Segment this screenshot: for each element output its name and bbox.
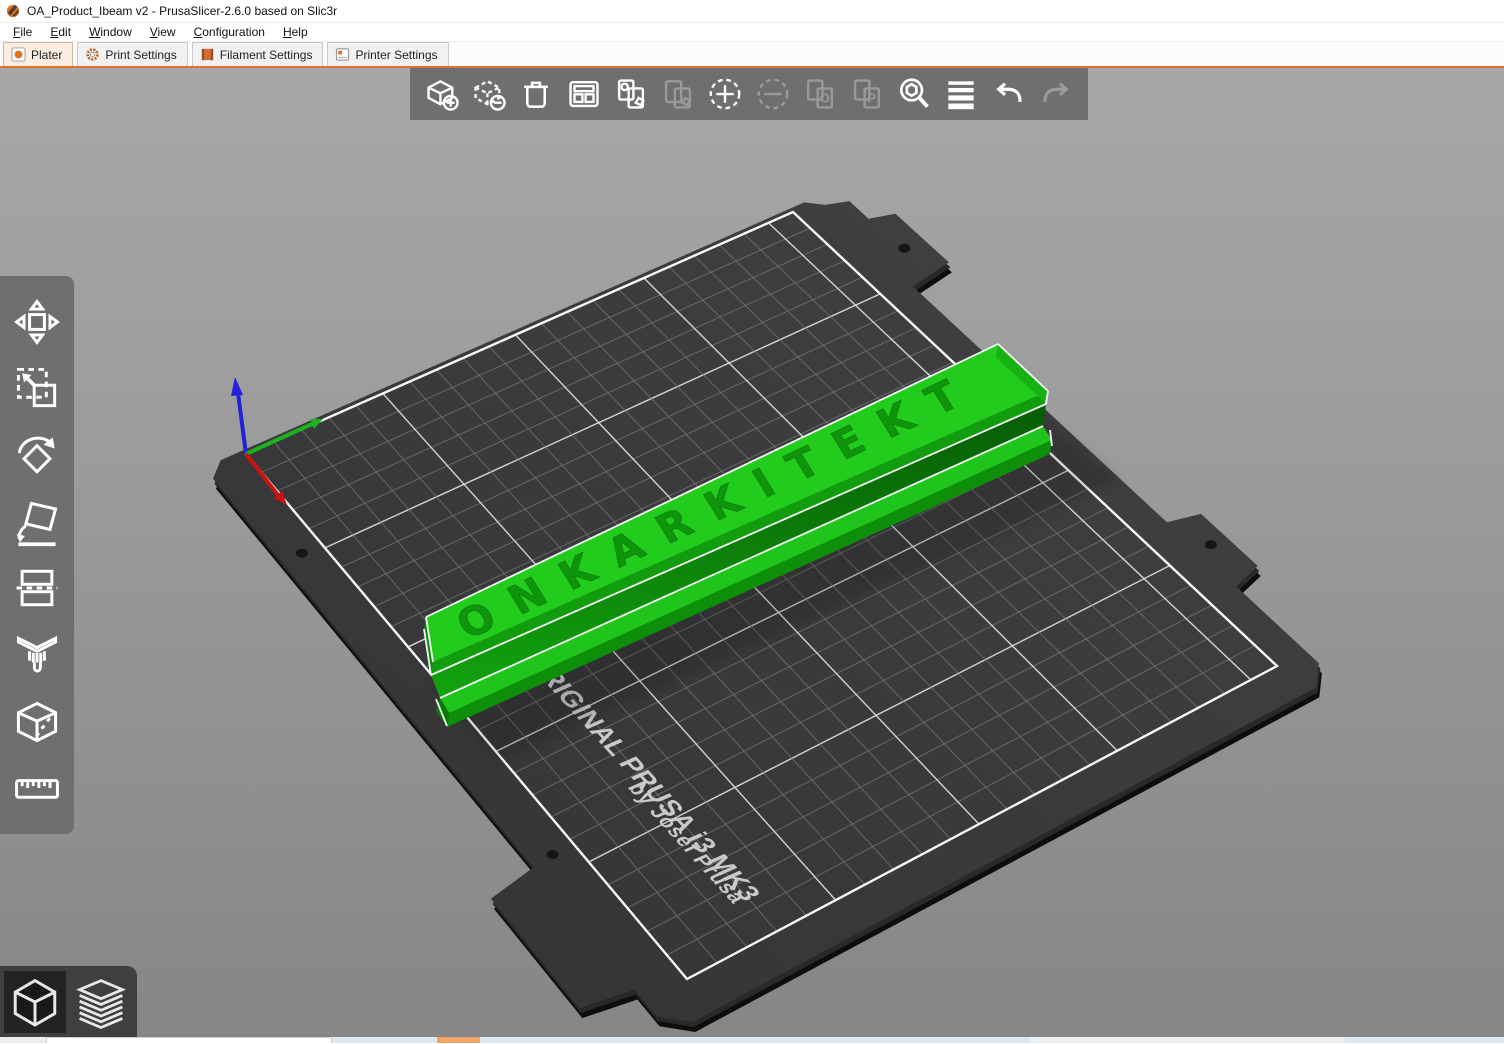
prusaslicer-window: OA_Product_Ibeam v2 - PrusaSlicer-2.6.0 … — [0, 0, 1504, 1044]
redo-icon[interactable] — [1034, 72, 1078, 116]
bottom-bar — [0, 1037, 1504, 1043]
undo-icon[interactable] — [987, 72, 1031, 116]
variable-layer-height-icon[interactable] — [939, 72, 983, 116]
scale-icon[interactable] — [8, 359, 66, 417]
tab-label: Plater — [31, 48, 62, 62]
svg-text:O: O — [820, 92, 830, 106]
copy-icon[interactable] — [609, 72, 653, 116]
place-on-face-icon[interactable] — [8, 493, 66, 551]
scene-canvas[interactable]: ORIGINAL PRUSA i3 MK3 by Josef Prusa ONK… — [0, 68, 1504, 1037]
add-instance-icon[interactable] — [703, 72, 747, 116]
tab-plater[interactable]: Plater — [3, 42, 73, 66]
menu-edit[interactable]: Edit — [41, 24, 80, 40]
window-title: OA_Product_Ibeam v2 - PrusaSlicer-2.6.0 … — [27, 4, 337, 18]
menu-view[interactable]: View — [141, 24, 185, 40]
3d-editor-view-icon[interactable] — [4, 971, 66, 1033]
gizmo-toolbar — [0, 276, 74, 834]
tab-print-settings[interactable]: Print Settings — [77, 42, 187, 66]
delete-all-icon[interactable] — [514, 72, 558, 116]
bottom-bar-slider-handle[interactable] — [437, 1037, 480, 1043]
search-icon[interactable] — [892, 72, 936, 116]
tab-filament-settings[interactable]: Filament Settings — [192, 42, 324, 66]
arrange-icon[interactable] — [562, 72, 606, 116]
z-axis-arrowhead — [231, 377, 243, 396]
split-to-objects-icon[interactable]: O — [798, 72, 842, 116]
filament-spool-icon — [200, 47, 215, 62]
bed-screw-hole — [547, 850, 559, 859]
menu-window[interactable]: Window — [80, 24, 141, 40]
bed-screw-hole — [1205, 540, 1217, 549]
delete-object-icon[interactable] — [467, 72, 511, 116]
printer-icon — [335, 47, 350, 62]
tab-label: Print Settings — [105, 48, 176, 62]
menu-configuration[interactable]: Configuration — [185, 24, 274, 40]
measure-icon[interactable] — [8, 759, 66, 817]
bottom-bar-field[interactable] — [46, 1037, 332, 1043]
view-mode-toolbar — [0, 966, 137, 1037]
remove-instance-icon[interactable] — [751, 72, 795, 116]
cut-icon[interactable] — [8, 559, 66, 617]
move-icon[interactable] — [8, 293, 66, 351]
z-axis — [238, 393, 246, 454]
3d-viewport[interactable]: ORIGINAL PRUSA i3 MK3 by Josef Prusa ONK… — [0, 68, 1504, 1037]
object-toolbar: O P — [410, 68, 1088, 120]
bottom-bar-segment — [0, 1037, 46, 1043]
seam-painting-icon[interactable] — [8, 693, 66, 751]
svg-text:P: P — [867, 92, 876, 106]
menu-bar: File Edit Window View Configuration Help — [0, 23, 1504, 42]
paste-icon[interactable] — [656, 72, 700, 116]
tab-label: Filament Settings — [220, 48, 313, 62]
tab-label: Printer Settings — [355, 48, 437, 62]
plater-icon — [11, 47, 26, 62]
rotate-icon[interactable] — [8, 426, 66, 484]
menu-file[interactable]: File — [4, 24, 41, 40]
add-object-icon[interactable] — [420, 72, 464, 116]
tab-printer-settings[interactable]: Printer Settings — [327, 42, 448, 66]
split-to-parts-icon[interactable]: P — [845, 72, 889, 116]
prusa-logo-icon — [6, 4, 20, 18]
bottom-bar-segment — [1030, 1037, 1345, 1043]
paint-supports-icon[interactable] — [8, 626, 66, 684]
bed-screw-hole — [898, 244, 910, 253]
settings-tab-bar: Plater Print Settings Filament Settings … — [0, 42, 1504, 68]
sliced-preview-icon[interactable] — [70, 971, 132, 1033]
gear-icon — [85, 47, 100, 62]
bed-screw-hole — [296, 549, 308, 558]
title-bar: OA_Product_Ibeam v2 - PrusaSlicer-2.6.0 … — [0, 0, 1504, 23]
menu-help[interactable]: Help — [274, 24, 317, 40]
